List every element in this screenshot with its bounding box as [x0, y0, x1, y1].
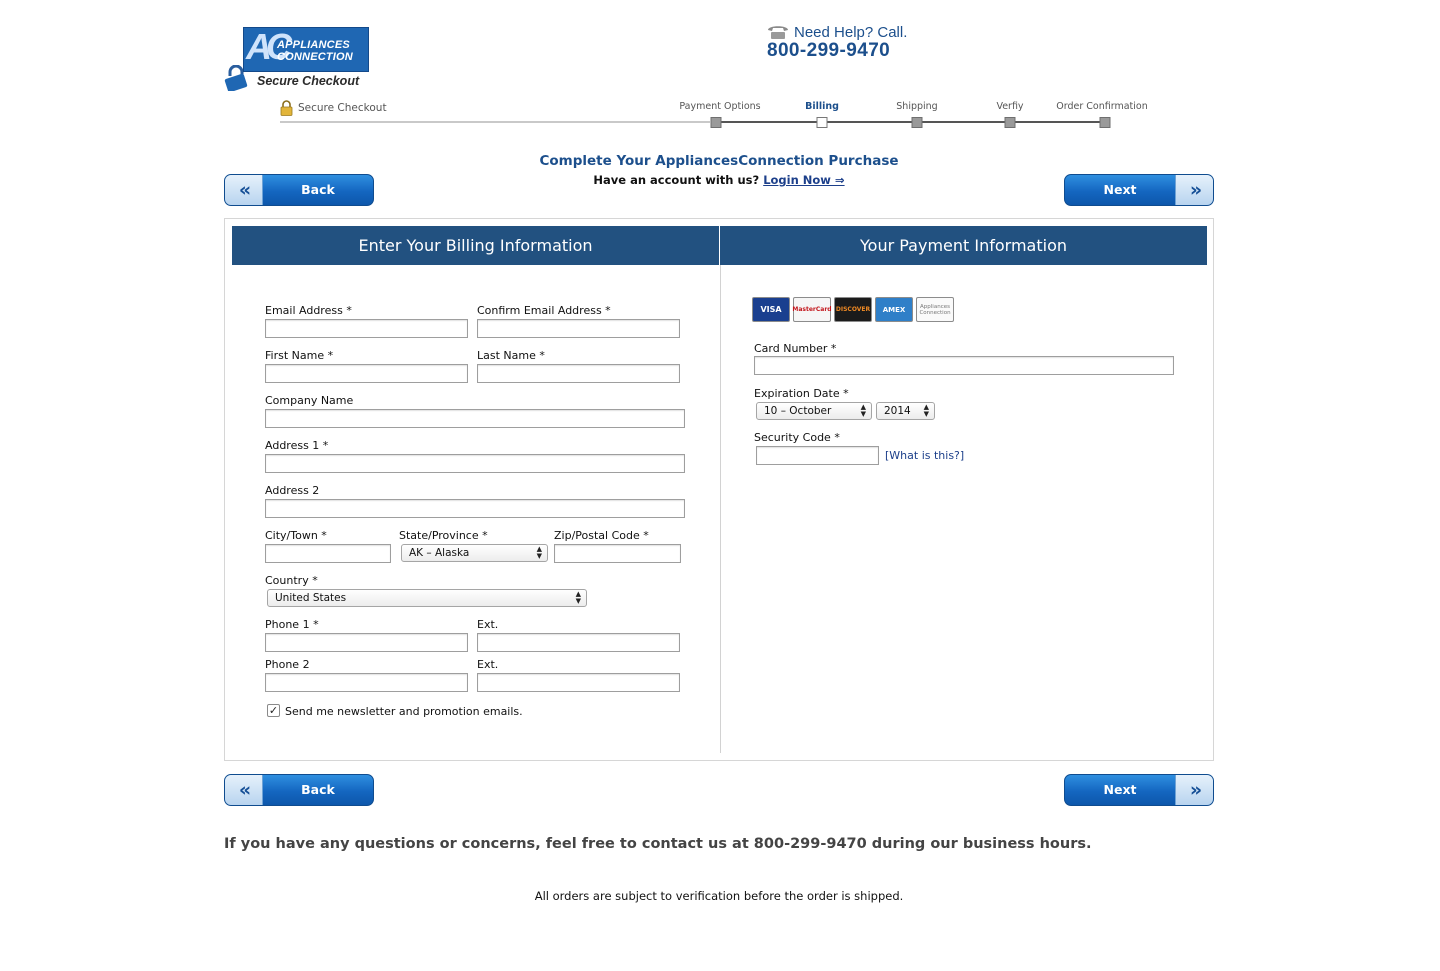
- secure-checkout-indicator: Secure Checkout: [280, 100, 387, 116]
- confirm-email-label: Confirm Email Address *: [477, 304, 611, 317]
- next-button-label: Next: [1103, 182, 1137, 197]
- brand-logo[interactable]: AC APPLIANCES CONNECTION Secure Checkout: [224, 26, 374, 95]
- first-name-field[interactable]: [265, 364, 468, 383]
- state-select-value: AK – Alaska: [409, 547, 470, 559]
- address2-field[interactable]: [265, 499, 685, 518]
- expiration-month-select[interactable]: 10 – October ▲ ▼: [756, 402, 872, 420]
- logo-badge: AC APPLIANCES CONNECTION: [243, 26, 369, 72]
- state-label: State/Province *: [399, 529, 488, 542]
- billing-panel-header: Enter Your Billing Information: [232, 226, 719, 265]
- payment-panel-header: Your Payment Information: [720, 226, 1207, 265]
- ext1-field[interactable]: [477, 633, 680, 652]
- zip-field[interactable]: [554, 544, 681, 563]
- confirm-email-field[interactable]: [477, 319, 680, 338]
- what-is-this-link[interactable]: [What is this?]: [885, 449, 964, 462]
- security-code-label: Security Code *: [754, 431, 840, 444]
- select-arrows-icon: ▲ ▼: [575, 590, 581, 605]
- help-phone-number[interactable]: 800-299-9470: [767, 40, 890, 62]
- next-button-label: Next: [1103, 782, 1137, 797]
- address1-label: Address 1 *: [265, 439, 329, 452]
- phone2-label: Phone 2: [265, 658, 310, 671]
- next-button-top[interactable]: Next »: [1064, 174, 1214, 206]
- accepted-cards: VISA MasterCard DISCOVER AMEX Appliances…: [752, 297, 954, 322]
- secure-checkout-label: Secure Checkout: [298, 102, 387, 114]
- step-marker-order-confirmation: [1099, 117, 1111, 128]
- step-label-shipping: Shipping: [896, 101, 938, 112]
- country-label: Country *: [265, 574, 318, 587]
- step-marker-shipping: [911, 117, 923, 128]
- appliances-connection-card-icon: Appliances Connection: [916, 297, 954, 322]
- logo-text-line1: APPLIANCES: [277, 39, 350, 51]
- expiration-month-value: 10 – October: [764, 405, 832, 417]
- last-name-field[interactable]: [477, 364, 680, 383]
- first-name-label: First Name *: [265, 349, 334, 362]
- logo-secure-checkout: Secure Checkout: [257, 74, 360, 88]
- phone1-field[interactable]: [265, 633, 468, 652]
- double-chevron-left-icon: «: [225, 175, 263, 205]
- account-prompt: Have an account with us? Login Now ⇒: [0, 173, 1438, 187]
- address2-label: Address 2: [265, 484, 320, 497]
- back-button-label: Back: [301, 782, 335, 797]
- step-label-billing: Billing: [805, 101, 839, 112]
- progress-track-complete: [280, 121, 710, 123]
- select-arrows-icon: ▲ ▼: [860, 403, 866, 418]
- select-arrows-icon: ▲ ▼: [923, 403, 929, 418]
- step-label-verify: Verfiy: [996, 101, 1024, 112]
- back-button-label: Back: [301, 182, 335, 197]
- visa-card-icon: VISA: [752, 297, 790, 322]
- double-chevron-left-icon: «: [225, 775, 263, 805]
- checkout-form: Enter Your Billing Information Your Paym…: [224, 218, 1214, 761]
- account-prompt-text: Have an account with us?: [593, 173, 760, 187]
- country-select[interactable]: United States ▲ ▼: [267, 589, 587, 607]
- city-label: City/Town *: [265, 529, 327, 542]
- expiration-label: Expiration Date *: [754, 387, 849, 400]
- help-text: Need Help? Call.: [794, 24, 908, 41]
- expiration-year-value: 2014: [884, 405, 911, 417]
- state-select[interactable]: AK – Alaska ▲ ▼: [401, 544, 548, 562]
- contact-questions-text: If you have any questions or concerns, f…: [224, 836, 1092, 852]
- card-number-label: Card Number *: [754, 342, 837, 355]
- expiration-year-select[interactable]: 2014 ▲ ▼: [876, 402, 935, 420]
- address1-field[interactable]: [265, 454, 685, 473]
- newsletter-label: Send me newsletter and promotion emails.: [285, 705, 523, 718]
- select-arrows-icon: ▲ ▼: [536, 545, 542, 560]
- country-select-value: United States: [275, 592, 347, 604]
- email-field[interactable]: [265, 319, 468, 338]
- padlock-icon: [280, 100, 293, 116]
- newsletter-checkbox[interactable]: ✓: [267, 704, 280, 717]
- telephone-icon: [768, 26, 788, 39]
- page-title: Complete Your AppliancesConnection Purch…: [539, 153, 899, 169]
- step-marker-payment-options[interactable]: [710, 117, 722, 128]
- back-button-top[interactable]: « Back: [224, 174, 374, 206]
- double-chevron-right-icon: »: [1175, 775, 1213, 805]
- double-chevron-right-icon: »: [1175, 175, 1213, 205]
- discover-card-icon: DISCOVER: [834, 297, 872, 322]
- next-button-bottom[interactable]: Next »: [1064, 774, 1214, 806]
- step-marker-verify: [1004, 117, 1016, 128]
- company-field[interactable]: [265, 409, 685, 428]
- phone1-label: Phone 1 *: [265, 618, 319, 631]
- back-button-bottom[interactable]: « Back: [224, 774, 374, 806]
- ext2-label: Ext.: [477, 658, 499, 671]
- step-label-order-confirmation: Order Confirmation: [1056, 101, 1148, 112]
- zip-label: Zip/Postal Code *: [554, 529, 649, 542]
- amex-card-icon: AMEX: [875, 297, 913, 322]
- security-code-field[interactable]: [756, 446, 879, 465]
- city-field[interactable]: [265, 544, 391, 563]
- phone2-field[interactable]: [265, 673, 468, 692]
- mastercard-icon: MasterCard: [792, 297, 832, 322]
- column-divider: [720, 265, 721, 753]
- card-number-field[interactable]: [754, 356, 1174, 375]
- verification-note: All orders are subject to verification b…: [534, 889, 904, 903]
- logo-text-line2: CONNECTION: [277, 51, 353, 63]
- last-name-label: Last Name *: [477, 349, 545, 362]
- login-now-link[interactable]: Login Now ⇒: [763, 173, 844, 187]
- email-label: Email Address *: [265, 304, 352, 317]
- step-label-payment-options: Payment Options: [679, 101, 761, 112]
- ext1-label: Ext.: [477, 618, 499, 631]
- step-marker-billing: [816, 117, 828, 128]
- company-label: Company Name: [265, 394, 354, 407]
- ext2-field[interactable]: [477, 673, 680, 692]
